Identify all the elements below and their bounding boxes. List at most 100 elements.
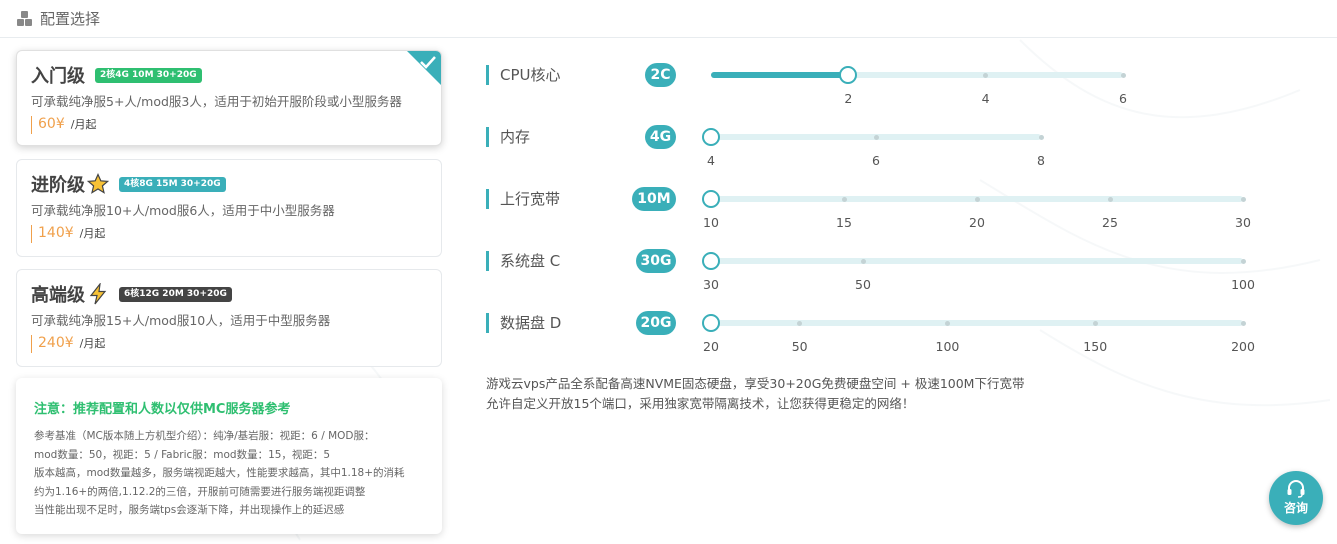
note-line: 约为1.16+的两倍,1.12.2的三倍，开服前可随需要进行服务端视距调整	[34, 485, 366, 498]
slider-row-memory: 内存 4G 4 6 8	[486, 125, 1256, 175]
plan-price-unit: /月起	[79, 227, 106, 240]
slider-tick-dot	[1120, 72, 1126, 78]
value-pill: 30G	[636, 249, 676, 273]
plan-name: 进阶级	[31, 175, 85, 196]
value-pill: 20G	[636, 311, 676, 335]
slider-label: 上行宽带	[500, 190, 561, 208]
info-line: 游戏云vps产品全系配备高速NVME固态硬盘，享受30+20G免费硬盘空间 + …	[486, 376, 1025, 391]
slider-tick-dot	[860, 258, 866, 264]
slider-tick-label: 10	[703, 215, 719, 230]
row-marker	[486, 313, 489, 333]
info-line: 允许自定义开放15个端口，采用独家宽带隔离技术，让您获得更稳定的网络！	[486, 396, 915, 411]
value-pill: 10M	[632, 187, 676, 211]
slider-tick-label: 4	[981, 91, 990, 106]
slider-tick-label: 100	[935, 339, 960, 354]
plan-description: 可承载纯净服5+人/mod服3人，适用于初始开服阶段或小型服务器	[31, 94, 402, 109]
slider-tick-dot	[1038, 134, 1044, 140]
consult-button[interactable]: 咨询	[1269, 471, 1323, 525]
cpu-slider-track[interactable]	[711, 66, 1126, 84]
slider-tick-label: 8	[1037, 153, 1045, 168]
row-marker	[486, 251, 489, 271]
cubes-icon	[17, 10, 32, 26]
slider-handle[interactable]	[702, 190, 720, 208]
plan-description: 可承载纯净服10+人/mod服6人，适用于中小型服务器	[31, 203, 335, 218]
slider-tick-label: 6	[872, 153, 880, 168]
slider-tick-dot	[841, 196, 847, 202]
page-header: 配置选择	[0, 0, 1337, 38]
plan-price: 140¥	[38, 225, 74, 241]
slider-tick-dot	[1092, 320, 1098, 326]
slider-row-bandwidth: 上行宽带 10M 10 15 20 25 30	[486, 187, 1256, 237]
plan-card-premium[interactable]: 高端级 6核12G 20M 30+20G 可承载纯净服15+人/mod服10人，…	[16, 269, 442, 367]
system-disk-slider-track[interactable]	[702, 252, 1246, 270]
selected-check-icon	[407, 51, 441, 85]
product-info: 游戏云vps产品全系配备高速NVME固态硬盘，享受30+20G免费硬盘空间 + …	[486, 374, 1086, 414]
slider-ticks: 20 50 100 150 200	[703, 339, 1255, 355]
slider-tick-label: 25	[1102, 215, 1118, 230]
value-pill: 4G	[645, 125, 676, 149]
memory-slider-track[interactable]	[702, 128, 1044, 146]
row-marker	[486, 65, 489, 85]
slider-tick-label: 6	[1119, 91, 1127, 106]
slider-tick-dot	[974, 196, 980, 202]
plan-description: 可承载纯净服15+人/mod服10人，适用于中型服务器	[31, 313, 331, 328]
slider-handle[interactable]	[702, 128, 720, 146]
slider-ticks: 4 6 8	[707, 153, 1045, 169]
slider-handle[interactable]	[702, 252, 720, 270]
note-line: mod数量：50，视距：5 / Fabric服：mod数量：15，视距：5	[34, 448, 331, 461]
slider-ticks: 10 15 20 25 30	[703, 215, 1251, 231]
plan-price-unit: /月起	[70, 118, 97, 131]
bandwidth-slider-track[interactable]	[702, 190, 1246, 208]
slider-tick-dot	[944, 320, 950, 326]
slider-ticks: 2 4 6	[711, 91, 1127, 107]
value-pill: 2C	[645, 63, 676, 87]
slider-fill	[711, 72, 849, 78]
slider-tick-label: 2	[844, 91, 853, 106]
plan-spec-badge: 6核12G 20M 30+20G	[119, 286, 232, 302]
row-marker	[486, 189, 489, 209]
plan-card-advanced[interactable]: 进阶级 4核8G 15M 30+20G 可承载纯净服10+人/mod服6人，适用…	[16, 159, 442, 257]
note-line: 参考基准（MC版本随上方机型介绍）：纯净/基岩服：视距：6 / MOD服：	[34, 430, 375, 442]
slider-tick-dot	[797, 320, 803, 326]
slider-tick-dot	[1107, 196, 1113, 202]
slider-tick-dot	[873, 134, 879, 140]
slider-row-data-disk: 数据盘 D 20G 20 50 100 150 200	[486, 311, 1256, 361]
page-title: 配置选择	[40, 10, 101, 28]
plan-price-unit: /月起	[79, 337, 106, 350]
slider-tick-label: 20	[969, 215, 985, 230]
headset-icon	[1287, 480, 1305, 498]
slider-handle[interactable]	[839, 66, 858, 84]
slider-tick-label: 50	[855, 277, 871, 292]
slider-label: 系统盘 C	[500, 252, 561, 270]
data-disk-slider-track[interactable]	[702, 314, 1246, 332]
plan-card-entry[interactable]: 入门级 2核4G 10M 30+20G 可承载纯净服5+人/mod服3人，适用于…	[16, 50, 442, 146]
consult-label: 咨询	[1283, 501, 1308, 515]
note-line: 版本越高，mod数量越多，服务端视距越大，性能要求越高，其中1.18+的消耗	[34, 467, 405, 479]
note-line: 当性能出现不足时，服务端tps会逐渐下降，并出现操作上的延迟感	[34, 504, 345, 516]
slider-label: 内存	[500, 128, 531, 146]
plan-spec-badge: 4核8G 15M 30+20G	[119, 176, 226, 192]
slider-ticks: 30 50 100	[703, 277, 1255, 293]
slider-tick-label: 15	[836, 215, 852, 230]
plan-price: 60¥	[38, 116, 65, 132]
slider-tick-label: 4	[707, 153, 715, 168]
slider-label: 数据盘 D	[500, 314, 562, 332]
star-icon	[87, 173, 109, 194]
plan-name: 入门级	[31, 66, 85, 87]
slider-tick-label: 100	[1231, 277, 1255, 292]
slider-tick-dot	[1240, 196, 1246, 202]
note-box: 注意：推荐配置和人数以仅供MC服务器参考 参考基准（MC版本随上方机型介绍）：纯…	[16, 378, 442, 534]
slider-row-cpu: CPU核心 2C 2 4 6	[486, 63, 1256, 113]
slider-label: CPU核心	[500, 66, 561, 84]
plan-price: 240¥	[38, 335, 74, 351]
slider-tick-label: 30	[703, 277, 719, 292]
slider-handle[interactable]	[702, 314, 720, 332]
slider-row-system-disk: 系统盘 C 30G 30 50 100	[486, 249, 1256, 299]
slider-tick-dot	[1240, 320, 1246, 326]
slider-tick-label: 50	[791, 339, 808, 354]
slider-tick-dot	[983, 72, 989, 78]
slider-tick-label: 20	[703, 339, 719, 354]
slider-tick-label: 30	[1235, 215, 1251, 230]
slider-tick-label: 150	[1083, 339, 1108, 354]
slider-tick-dot	[1240, 258, 1246, 264]
